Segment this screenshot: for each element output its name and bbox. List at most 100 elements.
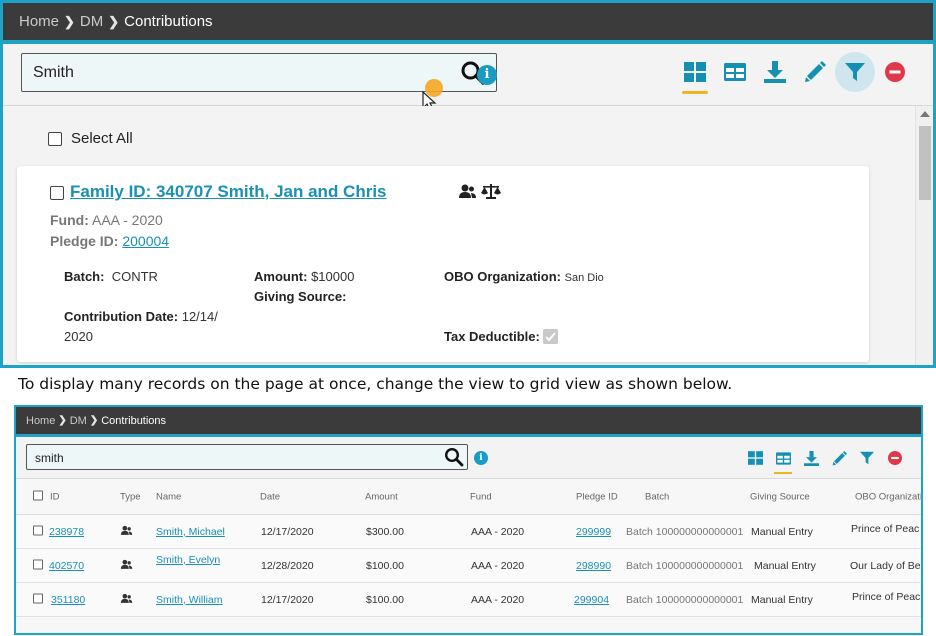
record-card: Family ID: 340707 Smith, Jan and Chris F… [17, 166, 869, 362]
filter-button[interactable] [835, 52, 875, 92]
giving-source-field: Giving Source: [254, 289, 347, 304]
checkmark-icon [545, 332, 557, 342]
row-giving-source: Manual Entry [754, 559, 816, 572]
row-pledge-link[interactable]: 299999 [576, 526, 611, 538]
chevron-right-icon: ❯ [64, 13, 75, 29]
row-name-link[interactable]: Smith, Evelyn [156, 554, 220, 566]
download-button[interactable] [755, 52, 795, 92]
filter-button[interactable] [853, 445, 881, 471]
table-row[interactable]: 402570 Smith, Evelyn 12/28/2020 $100.00 … [16, 549, 921, 583]
row-amount: $300.00 [366, 525, 404, 538]
view-toolbar [741, 445, 909, 474]
users-icon [120, 593, 133, 606]
chevron-right-icon: ❯ [58, 415, 67, 426]
breadcrumb-home[interactable]: Home [26, 415, 55, 427]
row-batch: Batch 100000000000001 [626, 593, 744, 606]
column-header-amount[interactable]: Amount [365, 491, 398, 502]
select-all-checkbox[interactable] [48, 131, 62, 146]
row-name-link[interactable]: Smith, Michael [156, 526, 225, 538]
breadcrumb-dm[interactable]: DM [80, 13, 103, 30]
search-value: Smith [33, 64, 74, 81]
obo-field: OBO Organization: San Dio [444, 269, 604, 284]
tax-deductible-checkbox[interactable] [543, 329, 559, 344]
row-batch: Batch 100000000000001 [626, 525, 744, 538]
row-amount: $100.00 [366, 593, 404, 606]
tile-view-screenshot: Home ❯ DM ❯ Contributions Smith i Select… [0, 0, 936, 368]
scroll-up-arrow-icon[interactable] [920, 111, 930, 117]
grid-view-button[interactable] [769, 445, 797, 474]
row-fund: AAA - 2020 [471, 593, 525, 606]
breadcrumb-home[interactable]: Home [19, 13, 59, 30]
column-header-obo-organization[interactable]: OBO Organizati [855, 491, 921, 502]
column-header-pledge-id[interactable]: Pledge ID [576, 491, 618, 502]
row-obo: Our Lady of Be [850, 559, 921, 572]
column-header-giving-source[interactable]: Giving Source [750, 491, 810, 502]
column-header-id[interactable]: ID [50, 491, 60, 502]
column-header-name[interactable]: Name [156, 491, 181, 502]
view-toolbar [675, 52, 915, 94]
info-icon[interactable]: i [474, 451, 488, 465]
search-icon[interactable] [444, 447, 464, 472]
row-pledge-link[interactable]: 299904 [574, 594, 609, 606]
users-icon [120, 525, 133, 538]
row-id-link[interactable]: 402570 [49, 560, 84, 572]
record-title-link[interactable]: Family ID: 340707 Smith, Jan and Chris [70, 182, 387, 202]
edit-button[interactable] [795, 52, 835, 92]
row-id-link[interactable]: 351180 [51, 594, 85, 606]
grid-view-screenshot: Home ❯ DM ❯ Contributions smith i ID Typ… [14, 405, 923, 635]
row-date: 12/17/2020 [261, 525, 314, 538]
record-checkbox[interactable] [50, 186, 64, 200]
row-checkbox[interactable] [33, 559, 43, 572]
row-checkbox[interactable] [33, 525, 43, 538]
info-icon[interactable]: i [477, 65, 497, 85]
breadcrumb-dm[interactable]: DM [70, 415, 87, 427]
row-giving-source: Manual Entry [751, 525, 813, 538]
column-header-fund[interactable]: Fund [470, 491, 492, 502]
download-icon [803, 450, 819, 466]
toolbar: smith i [16, 437, 921, 479]
table-row[interactable]: 351180 Smith, William 12/17/2020 $100.00… [16, 583, 921, 617]
edit-icon [832, 450, 847, 465]
row-fund: AAA - 2020 [471, 525, 525, 538]
search-value: smith [35, 451, 64, 465]
row-pledge-link[interactable]: 298990 [576, 560, 611, 572]
edit-button[interactable] [825, 445, 853, 471]
records-area: Select All Family ID: 340707 Smith, Jan … [3, 106, 933, 365]
fund-value: AAA - 2020 [92, 212, 163, 228]
chevron-right-icon: ❯ [108, 13, 120, 29]
row-obo: Prince of Peac [851, 522, 920, 535]
row-id-link[interactable]: 238978 [49, 526, 84, 538]
grid-view-button[interactable] [715, 52, 755, 92]
download-button[interactable] [797, 445, 825, 471]
table-row[interactable]: 238978 Smith, Michael 12/17/2020 $300.00… [16, 515, 921, 549]
column-header-date[interactable]: Date [260, 491, 280, 502]
breadcrumb-current: Contributions [101, 414, 167, 427]
breadcrumb-current: Contributions [124, 13, 213, 30]
scrollbar-thumb[interactable] [919, 126, 931, 200]
row-checkbox[interactable] [33, 593, 43, 606]
select-all[interactable]: Select All [48, 130, 133, 147]
record-type-icons [459, 184, 501, 199]
breadcrumb: Home ❯ DM ❯ Contributions [3, 3, 933, 40]
tile-view-icon [684, 62, 706, 82]
row-obo: Prince of Peac [852, 590, 921, 603]
clear-button[interactable] [875, 52, 915, 92]
scrollbar[interactable] [915, 106, 933, 365]
pledge-link[interactable]: 200004 [122, 233, 169, 249]
users-icon [459, 184, 476, 198]
tile-view-button[interactable] [741, 445, 769, 471]
breadcrumb: Home ❯ DM ❯ Contributions [16, 407, 921, 434]
row-giving-source: Manual Entry [751, 593, 813, 606]
row-name-link[interactable]: Smith, William [156, 594, 223, 606]
row-date: 12/17/2020 [261, 593, 314, 606]
header-select-all-checkbox[interactable] [33, 490, 43, 503]
tax-deductible-field: Tax Deductible: [444, 329, 559, 344]
search-input[interactable]: smith [26, 444, 468, 470]
filter-icon [860, 451, 874, 465]
column-header-type[interactable]: Type [120, 491, 141, 502]
clear-button[interactable] [881, 445, 909, 471]
tile-view-button[interactable] [675, 52, 715, 94]
amount-field: Amount: $10000 [254, 269, 355, 284]
toolbar: Smith i [3, 44, 933, 111]
column-header-batch[interactable]: Batch [645, 491, 669, 502]
